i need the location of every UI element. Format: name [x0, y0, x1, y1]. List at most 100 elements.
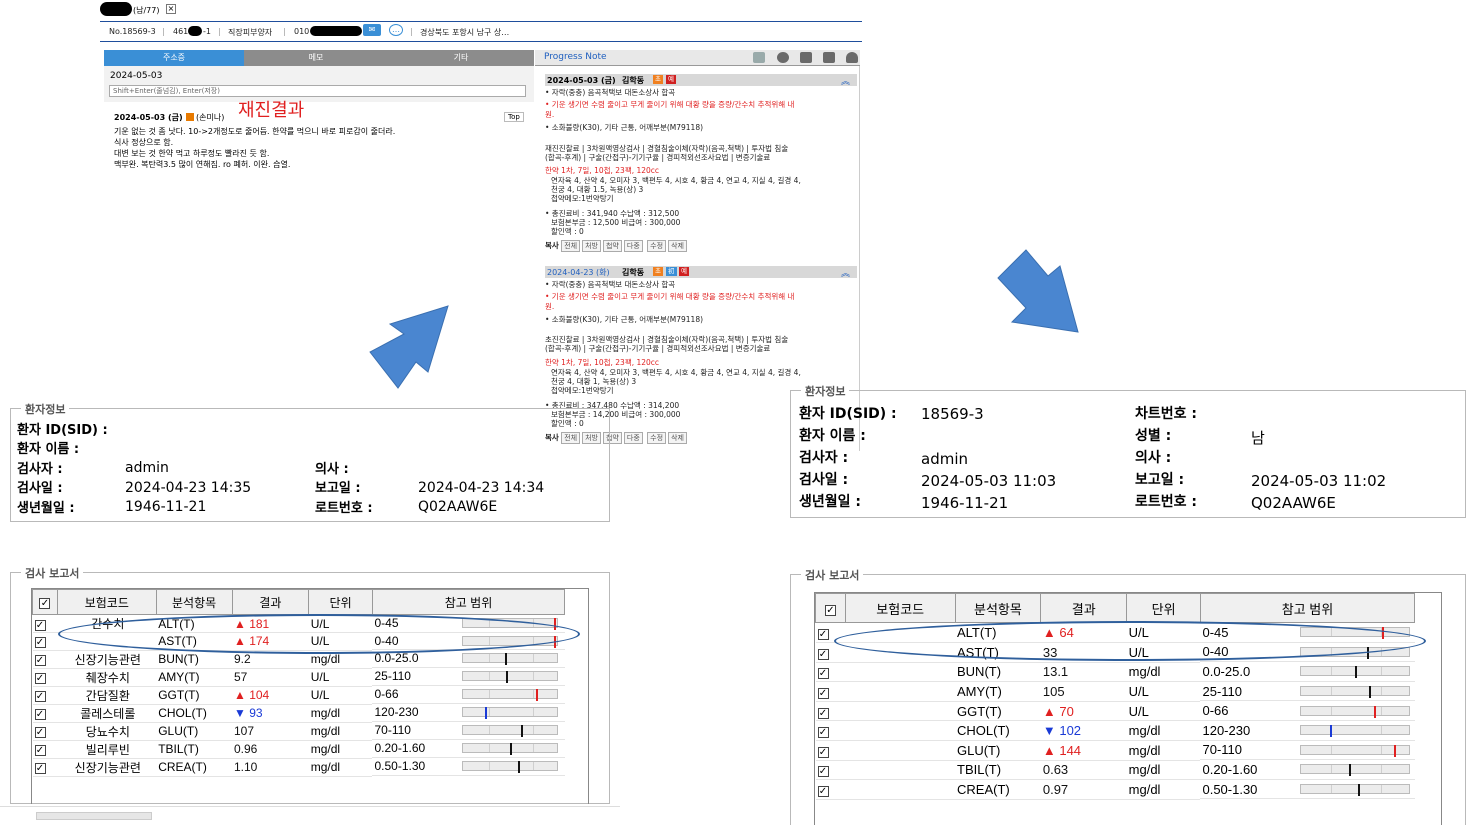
patient-info-bar: No.18569-3 | 461 -1 | 직장피부양자 | 010 ✉ … |… — [100, 22, 862, 42]
range-gauge — [462, 743, 559, 756]
insurance-code-cell: 당뇨수치 — [57, 722, 157, 741]
tab-chief-complaint[interactable]: 주소증 — [104, 50, 244, 66]
row-checkbox[interactable]: ✓ — [34, 637, 46, 649]
range-marker — [536, 689, 539, 702]
close-icon[interactable]: × — [166, 4, 176, 14]
row-checkbox[interactable]: ✓ — [34, 745, 46, 756]
reference-range: 70-110 — [1202, 742, 1242, 758]
range-gauge — [462, 653, 559, 666]
row-checkbox[interactable]: ✓ — [34, 619, 46, 631]
reference-range: 25-110 — [374, 669, 411, 684]
row-checkbox[interactable]: ✓ — [34, 763, 46, 774]
exam-date-value: 2024-04-23 14:35 — [125, 480, 252, 496]
unit: mg/dl — [1126, 720, 1201, 742]
col-reference-range: 참고 범위 — [1199, 593, 1416, 623]
result-value: 107 — [232, 722, 309, 741]
range-marker — [505, 653, 508, 666]
row-checkbox[interactable]: ✓ — [34, 673, 46, 684]
memo-input[interactable]: Shift+Enter(줄넘김), Enter(저장) — [109, 85, 526, 97]
copy-prescription-button[interactable]: 처방 — [582, 240, 601, 252]
top-button[interactable]: Top — [504, 112, 524, 122]
copy-all-button[interactable]: 전체 — [561, 240, 581, 252]
analysis-item: CHOL(T) — [955, 720, 1041, 742]
range-marker — [1330, 725, 1333, 738]
scroll-thumb[interactable] — [36, 812, 152, 820]
row-checkbox[interactable]: ✓ — [817, 707, 829, 719]
table-row[interactable]: ✓ GGT(T) ▲ 70 U/L 0-66 — [815, 701, 1415, 722]
collapse-icon[interactable]: ︽ — [841, 74, 850, 87]
delete-button[interactable]: 삭제 — [668, 432, 687, 444]
col-unit: 단위 — [1126, 593, 1201, 623]
report-date-value: 2024-04-23 14:34 — [418, 480, 545, 496]
select-all-checkbox[interactable]: ✓ — [824, 604, 836, 616]
horizontal-scrollbar[interactable] — [0, 806, 620, 825]
memo-line: 맥부완. 복탄력3.5 많이 연해짐. ro 폐허. 이완. 습열. — [114, 160, 291, 169]
row-checkbox[interactable]: ✓ — [817, 727, 829, 739]
reference-range: 25-110 — [1202, 683, 1242, 699]
edit-button[interactable]: 수정 — [647, 432, 667, 444]
reservation-badge: 예 — [666, 75, 676, 84]
sms-icon[interactable]: ✉ — [363, 24, 381, 36]
range-gauge — [1300, 705, 1411, 718]
tab-memo[interactable]: 메모 — [246, 50, 386, 66]
list-icon[interactable] — [800, 52, 812, 63]
table-row[interactable]: ✓ 콜레스테롤 CHOL(T) ▼ 93 mg/dl 120-230 — [32, 704, 565, 723]
select-all-checkbox[interactable]: ✓ — [39, 598, 51, 609]
result-value: 1.10 — [232, 758, 309, 777]
examiner-value: admin — [125, 460, 169, 476]
table-row[interactable]: ✓ 당뇨수치 GLU(T) 107 mg/dl 70-110 — [32, 722, 565, 741]
bell-icon[interactable] — [846, 52, 858, 63]
col-reference-range: 참고 범위 — [371, 589, 566, 615]
print-icon[interactable] — [823, 52, 835, 63]
collapse-icon[interactable]: ︽ — [841, 266, 850, 279]
search-icon[interactable] — [777, 52, 789, 63]
row-checkbox[interactable]: ✓ — [817, 668, 829, 680]
calendar-icon[interactable] — [753, 52, 765, 63]
table-row[interactable]: ✓ AMY(T) 105 U/L 25-110 — [815, 681, 1415, 702]
row-checkbox[interactable]: ✓ — [817, 746, 829, 758]
row-checkbox[interactable]: ✓ — [817, 786, 829, 798]
range-marker — [521, 725, 524, 738]
progress-entry-header[interactable]: 2024-05-03 (금) 김학동 초 예 ︽ — [545, 74, 857, 87]
memo-author-icon — [186, 113, 194, 121]
row-checkbox[interactable]: ✓ — [34, 691, 46, 702]
table-row[interactable]: ✓ 췌장수치 AMY(T) 57 U/L 25-110 — [32, 668, 565, 687]
reference-range: 70-110 — [374, 723, 411, 738]
unit: mg/dl — [1126, 760, 1201, 781]
row-checkbox[interactable]: ✓ — [34, 709, 46, 720]
chat-icon[interactable]: … — [389, 24, 403, 36]
range-gauge — [1300, 784, 1411, 797]
copy-multi-button[interactable]: 다중 — [623, 240, 643, 252]
row-checkbox[interactable]: ✓ — [817, 766, 829, 778]
progress-entry-header[interactable]: 2024-04-23 (화) 김학동 초 初 예 ︽ — [545, 266, 857, 279]
tab-other[interactable]: 기타 — [390, 50, 532, 66]
delete-button[interactable]: 삭제 — [668, 240, 687, 252]
address: 경상북도 포항시 남구 상… — [420, 28, 510, 37]
table-row[interactable]: ✓ BUN(T) 13.1 mg/dl 0.0-25.0 — [815, 662, 1415, 683]
table-row[interactable]: ✓ 간담질환 GGT(T) ▲ 104 U/L 0-66 — [32, 686, 565, 705]
table-row[interactable]: ✓ 신장기능관련 CREA(T) 1.10 mg/dl 0.50-1.30 — [32, 758, 565, 777]
edit-button[interactable]: 수정 — [647, 240, 667, 252]
lab-report-legend: 검사 보고서 — [801, 567, 864, 583]
reference-range: 0-66 — [374, 687, 399, 702]
range-marker — [1358, 784, 1361, 797]
table-row[interactable]: ✓ GLU(T) ▲ 144 mg/dl 70-110 — [815, 740, 1415, 761]
table-row[interactable]: ✓ CREA(T) 0.97 mg/dl 0.50-1.30 — [815, 779, 1415, 800]
reference-range: 0.0-25.0 — [374, 651, 419, 666]
row-checkbox[interactable]: ✓ — [817, 648, 829, 660]
copy-herbal-button[interactable]: 첩약 — [602, 240, 622, 252]
insurance-code-cell: 간담질환 — [57, 686, 157, 705]
row-checkbox[interactable]: ✓ — [817, 688, 829, 700]
result-value: ▲ 144 — [1040, 740, 1127, 761]
emr-title-bar: (남/77) × — [100, 0, 862, 22]
range-marker — [1349, 764, 1352, 777]
row-checkbox[interactable]: ✓ — [34, 655, 46, 666]
row-checkbox[interactable]: ✓ — [34, 727, 46, 738]
table-row[interactable]: ✓ 빌리루빈 TBIL(T) 0.96 mg/dl 0.20-1.60 — [32, 740, 565, 759]
memo-line: 대변 보는 것 한약 먹고 하루정도 빨라진 듯 함. — [114, 149, 270, 158]
occupation: 직장피부양자 — [228, 28, 273, 37]
table-row[interactable]: ✓ TBIL(T) 0.63 mg/dl 0.20-1.60 — [815, 760, 1415, 781]
table-row[interactable]: ✓ CHOL(T) ▼ 102 mg/dl 120-230 — [815, 720, 1415, 742]
row-checkbox[interactable]: ✓ — [817, 629, 829, 641]
copy-multi-button[interactable]: 다중 — [623, 432, 643, 444]
